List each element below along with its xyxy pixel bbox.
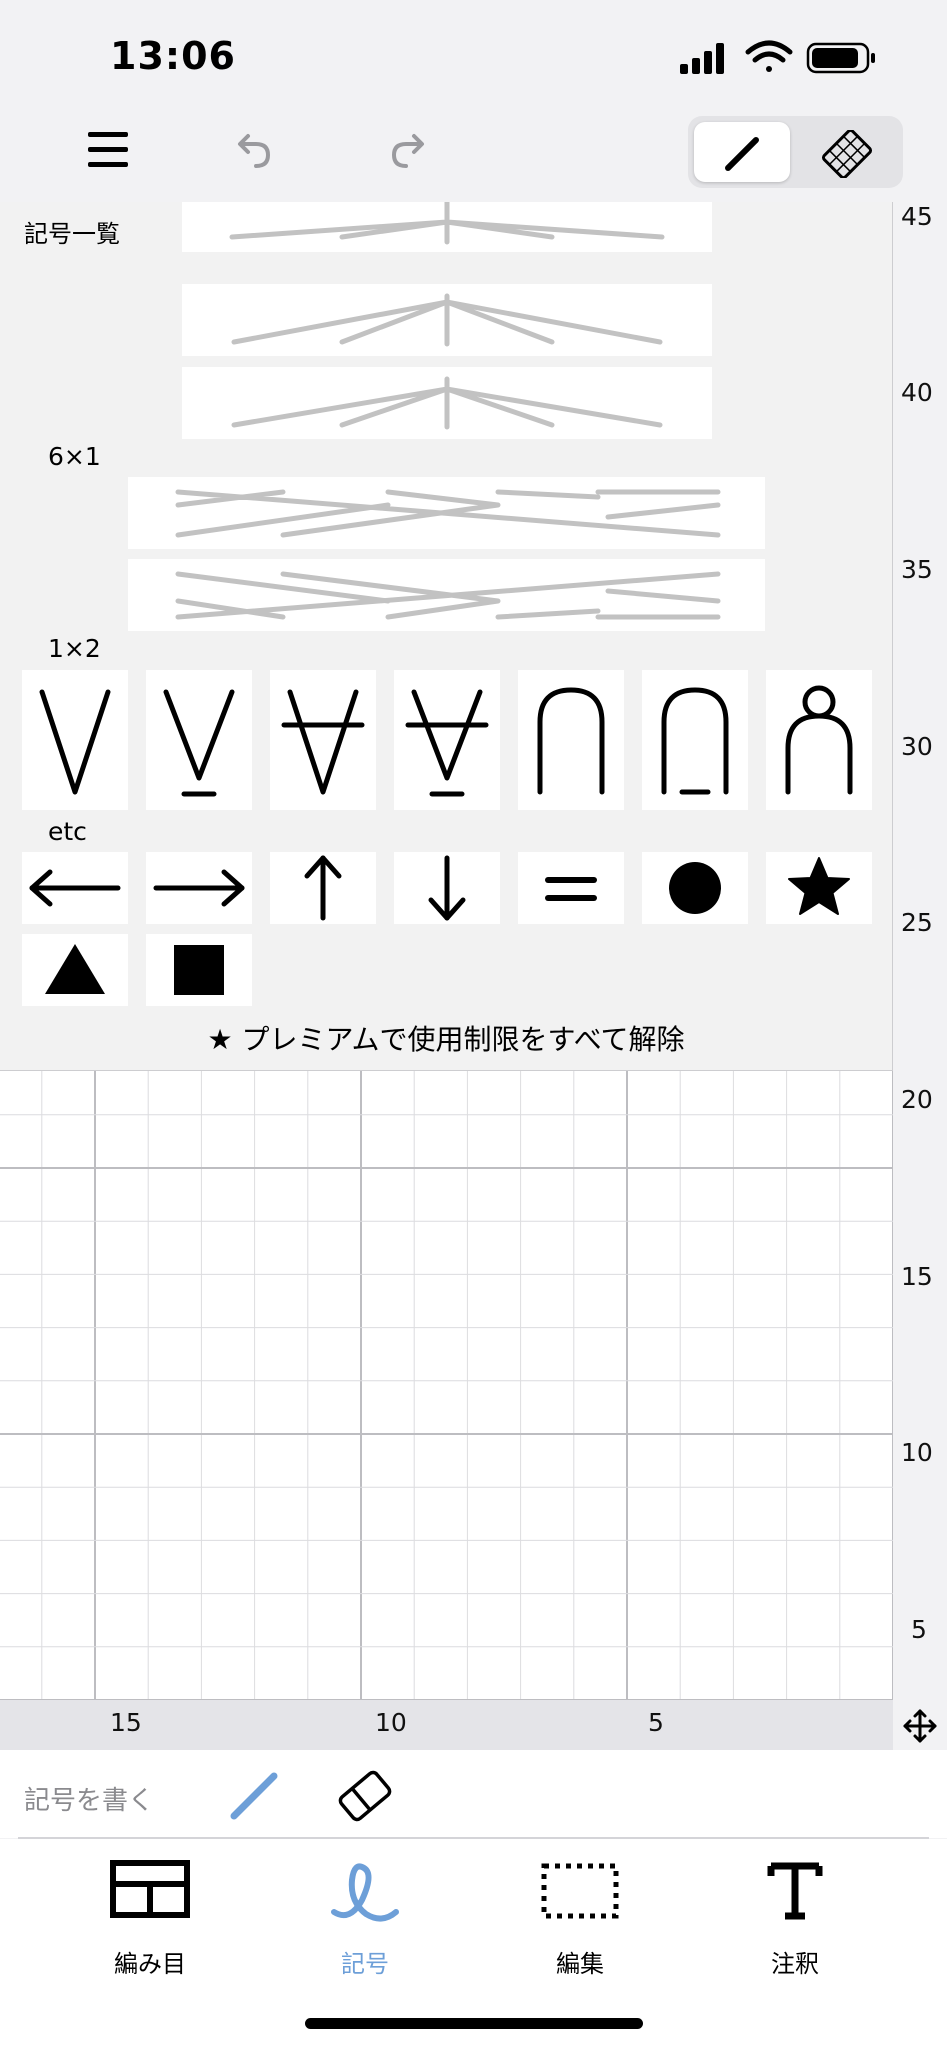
star-tile[interactable] [766, 852, 872, 924]
triangle-tile[interactable] [22, 934, 128, 1006]
cable-symbol-tile[interactable] [182, 284, 712, 356]
square-icon [174, 945, 224, 995]
tab-label: 注釈 [771, 1950, 819, 1978]
tab-label: 編み目 [114, 1950, 186, 1978]
status-time: 13:06 [110, 34, 236, 78]
arrow-right-tile[interactable] [146, 852, 252, 924]
pen-icon [725, 137, 759, 171]
battery-icon [806, 42, 875, 74]
home-indicator [305, 2018, 643, 2029]
ruler-row-label: 30 [901, 732, 933, 761]
horizontal-ruler: 15 10 5 [0, 1700, 893, 1750]
arch-icon [537, 687, 605, 795]
text-t-icon [767, 1862, 823, 1920]
circle-icon [669, 862, 721, 914]
equals-tile[interactable] [518, 852, 624, 924]
loop-icon [331, 1863, 399, 1922]
cable-symbol-tile[interactable] [182, 202, 712, 252]
v-stitch-bar-underline-tile[interactable] [394, 670, 500, 810]
tab-symbols[interactable]: 記号 [285, 1856, 445, 1978]
ruler-row-label: 10 [901, 1438, 933, 1467]
section-label-6x1: 6×1 [48, 442, 101, 471]
cable-6x1-tile[interactable] [128, 559, 765, 631]
menu-icon[interactable] [86, 128, 130, 172]
arch-underline-icon [661, 687, 729, 795]
ruler-row-label: 45 [901, 202, 933, 231]
dashed-rect-icon [541, 1863, 619, 1919]
redo-icon[interactable] [386, 130, 426, 170]
panel-title: 記号一覧 [24, 220, 120, 248]
ruler-col-label: 5 [648, 1708, 664, 1737]
premium-unlock-link[interactable]: ★ プレミアムで使用制限をすべて解除 [0, 1018, 892, 1058]
ruler-col-label: 15 [110, 1708, 142, 1737]
arch-loop-tile[interactable] [766, 670, 872, 810]
arrow-up-tile[interactable] [270, 852, 376, 924]
move-icon[interactable] [902, 1708, 938, 1744]
arrow-right-icon [153, 869, 245, 907]
v-stitch-tile[interactable] [22, 670, 128, 810]
undo-icon[interactable] [236, 130, 276, 170]
v-stitch-bar-underline-icon [405, 689, 489, 797]
section-label-etc: etc [48, 817, 87, 846]
tab-stitches[interactable]: 編み目 [70, 1856, 230, 1978]
ruler-row-label: 40 [901, 378, 933, 407]
arch-underline-tile[interactable] [642, 670, 748, 810]
v-stitch-underline-tile[interactable] [146, 670, 252, 810]
status-icons [680, 40, 875, 74]
triangle-icon [45, 944, 105, 994]
vertical-ruler: 45 40 35 30 25 20 15 10 5 [893, 202, 947, 1700]
ruler-row-label: 25 [901, 908, 933, 937]
arrow-up-icon [304, 855, 342, 921]
v-stitch-icon [39, 689, 111, 795]
arch-loop-icon [785, 685, 853, 795]
section-label-1x2: 1×2 [48, 634, 101, 663]
arrow-left-tile[interactable] [22, 852, 128, 924]
v-stitch-bar-icon [281, 689, 365, 795]
tab-label: 編集 [556, 1950, 604, 1978]
circle-tile[interactable] [642, 852, 748, 924]
arrow-left-icon [29, 869, 121, 907]
ruler-row-label: 5 [911, 1615, 927, 1644]
tab-notes[interactable]: 注釈 [715, 1856, 875, 1978]
ruler-col-label: 10 [375, 1708, 407, 1737]
arrow-down-icon [428, 855, 466, 921]
draw-symbol-label: 記号を書く [24, 1786, 155, 1816]
ruler-row-label: 20 [901, 1085, 933, 1114]
symbol-list-panel: 記号一覧 6×1 1×2 etc ★ プレミアムで使用制限をすべて解除 [0, 202, 893, 1071]
signal-icon [680, 43, 724, 74]
eraser-icon[interactable] [334, 1766, 396, 1826]
cable-symbol-tile[interactable] [182, 367, 712, 439]
v-stitch-bar-tile[interactable] [270, 670, 376, 810]
knitting-chart-grid[interactable] [0, 1071, 893, 1700]
arrow-down-tile[interactable] [394, 852, 500, 924]
ruler-row-label: 35 [901, 555, 933, 584]
tab-label: 記号 [341, 1950, 389, 1978]
star-icon [788, 857, 850, 915]
grid-icon [110, 1860, 190, 1918]
v-stitch-underline-icon [163, 689, 235, 797]
ruler-row-label: 15 [901, 1262, 933, 1291]
wifi-icon [745, 40, 793, 72]
square-tile[interactable] [146, 934, 252, 1006]
draw-pen-icon[interactable] [226, 1768, 282, 1824]
grid-eraser-mode-icon[interactable] [822, 130, 872, 178]
equals-icon [545, 877, 597, 901]
cable-6x1-tile[interactable] [128, 477, 765, 549]
tab-edit[interactable]: 編集 [500, 1856, 660, 1978]
arch-tile[interactable] [518, 670, 624, 810]
